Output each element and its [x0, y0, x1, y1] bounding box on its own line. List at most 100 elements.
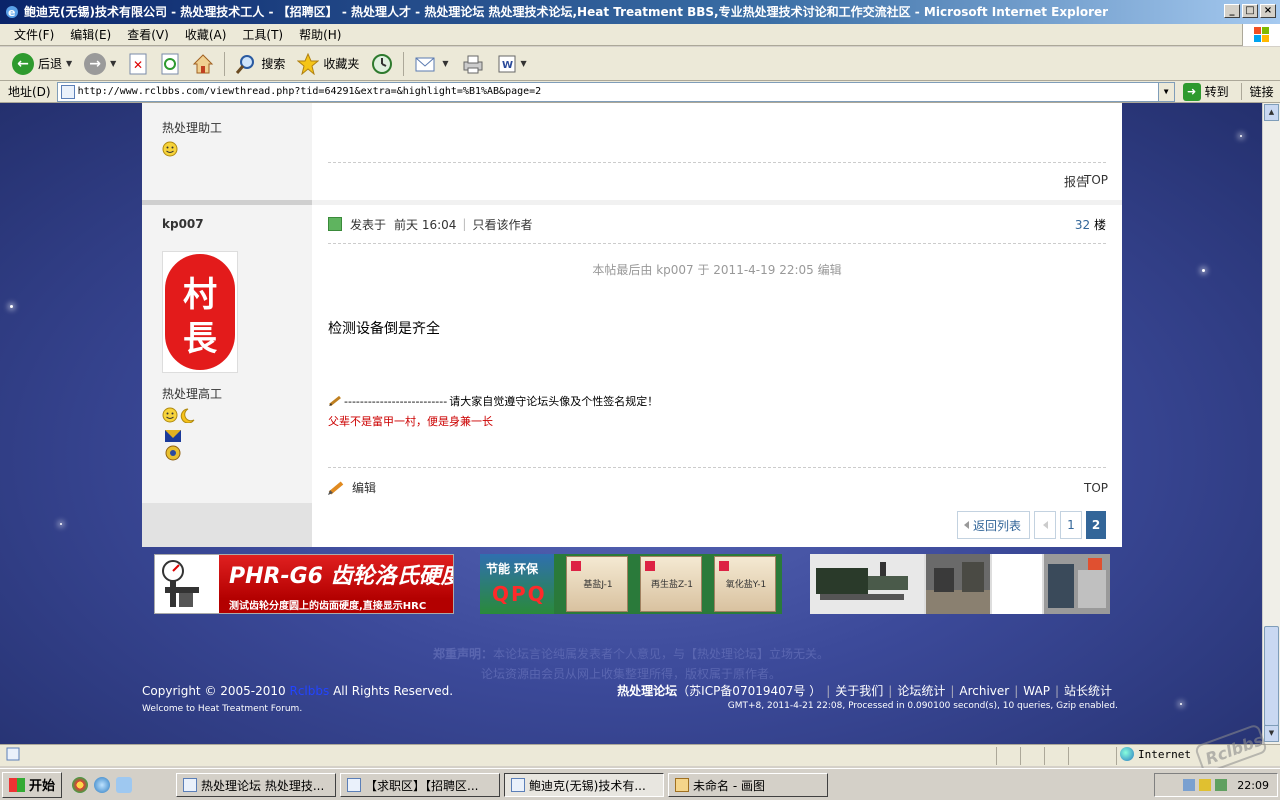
quick-launch	[72, 776, 133, 793]
hardness-gauge-icon	[162, 560, 199, 607]
ie-page-icon	[183, 778, 197, 792]
title-bar: e 鲍迪克(无锡)技术有限公司 - 热处理技术工人 - 【招聘区】 - 热处理人…	[0, 0, 1280, 24]
signature: -------------------------- 请大家自觉遵守论坛头像及个性…	[328, 393, 658, 429]
taskbar: 开始 热处理论坛 热处理技... 【求职区】【招聘区... 鲍迪克(无锡)技术有…	[0, 768, 1280, 800]
page-done-icon	[6, 747, 20, 764]
status-cell	[996, 747, 997, 765]
search-button[interactable]: 搜索	[229, 49, 291, 79]
links-button[interactable]: 链接	[1240, 83, 1274, 100]
favorites-button[interactable]: 收藏夹	[291, 49, 365, 79]
start-button[interactable]: 开始	[2, 771, 63, 798]
refresh-button[interactable]	[154, 49, 186, 79]
edit-page-button[interactable]: W ▼	[491, 49, 533, 79]
go-label: 转到	[1204, 85, 1229, 99]
menu-tools[interactable]: 工具(T)	[234, 26, 291, 43]
vertical-scrollbar[interactable]: ▲ ▼	[1262, 103, 1280, 744]
task-jobs-window[interactable]: 【求职区】【招聘区...	[340, 773, 500, 797]
ad-subtitle: 测试齿轮分度圆上的齿面硬度,直接显示HRC	[219, 599, 453, 613]
machine-photo	[810, 554, 924, 614]
warning-icon[interactable]	[1199, 779, 1212, 791]
post-sidebar: 热处理助工	[142, 103, 312, 201]
task-forum-window[interactable]: 热处理论坛 热处理技...	[176, 773, 336, 797]
history-button[interactable]	[365, 49, 399, 79]
task-paint-window[interactable]: 未命名 - 画图	[668, 773, 828, 797]
ad-qpq-salts[interactable]: 节能 环保 QPQ 基盐J-1 再生盐Z-1 氧化盐Y-1	[480, 554, 782, 614]
menu-help[interactable]: 帮助(H)	[291, 26, 349, 43]
site-name-link[interactable]: 热处理论坛	[617, 682, 677, 699]
scroll-thumb[interactable]	[1264, 626, 1279, 726]
ad-title: PHR-G6 齿轮洛氏硬度计	[219, 555, 453, 599]
print-button[interactable]	[455, 49, 491, 79]
mail-icon	[415, 57, 435, 71]
forward-arrow-icon: →	[84, 52, 107, 75]
icp-link[interactable]: （苏ICP备07019407号 ）	[677, 682, 821, 699]
address-bar: 地址(D) http://www.rclbbs.com/viewthread.p…	[0, 81, 1280, 103]
level-icons	[162, 407, 196, 426]
show-desktop-icon[interactable]	[116, 776, 133, 793]
toolbar-separator	[403, 51, 405, 76]
minimize-button[interactable]: _	[1224, 4, 1240, 18]
only-author-link[interactable]: 只看该作者	[472, 216, 532, 233]
pencil-icon	[328, 480, 344, 495]
footer-link-webmaster-stats[interactable]: 站长统计	[1064, 682, 1112, 699]
clock[interactable]: 22:09	[1237, 779, 1269, 792]
avatar-char-1: 村	[183, 275, 217, 315]
menu-edit[interactable]: 编辑(E)	[62, 26, 119, 43]
ie-quicklaunch-icon[interactable]	[94, 776, 111, 793]
top-link[interactable]: TOP	[1084, 481, 1108, 495]
forward-button[interactable]: → ▼	[78, 49, 122, 79]
copyright-brand-link[interactable]: Rclbbs	[290, 684, 330, 698]
task-current-window[interactable]: 鲍迪克(无锡)技术有...	[504, 773, 664, 797]
dropdown-arrow-icon: ▼	[66, 59, 73, 68]
home-icon	[193, 53, 214, 73]
footer-link-archiver[interactable]: Archiver	[959, 684, 1009, 698]
ad-hardness-tester[interactable]: PHR-G6 齿轮洛氏硬度计 测试齿轮分度圆上的齿面硬度,直接显示HRC	[154, 554, 454, 614]
post-body: 发表于 前天 16:04 | 只看该作者 32 楼 本帖最后由 kp007 于 …	[312, 205, 1122, 503]
security-zone: Internet	[1120, 747, 1191, 761]
menu-file[interactable]: 文件(F)	[6, 26, 62, 43]
footer-link-wap[interactable]: WAP	[1023, 684, 1050, 698]
ad-furnace-equipment[interactable]	[810, 554, 1110, 614]
mail-button[interactable]: ▼	[408, 49, 454, 79]
blank-photo	[992, 554, 1042, 614]
signature-text: 父辈不是富甲一村，便是身兼一长	[328, 415, 493, 428]
avatar[interactable]: 村 長	[162, 251, 238, 373]
page-1-button[interactable]: 1	[1060, 511, 1082, 539]
back-button[interactable]: ← 后退 ▼	[6, 49, 78, 79]
back-to-list-button[interactable]: 返回列表	[956, 511, 1030, 539]
task-label: 热处理论坛 热处理技...	[201, 778, 325, 793]
edit-button[interactable]: 编辑	[328, 479, 376, 496]
copyright: Copyright © 2005-2010 Rclbbs All Rights …	[142, 684, 453, 698]
globe-icon	[1120, 747, 1134, 761]
menu-favorites[interactable]: 收藏(A)	[177, 26, 235, 43]
network-icon[interactable]	[1183, 779, 1196, 791]
svg-text:W: W	[502, 60, 513, 71]
start-label: 开始	[29, 779, 56, 794]
top-link[interactable]: TOP	[1084, 173, 1108, 187]
footer-link-about[interactable]: 关于我们	[835, 682, 883, 699]
posted-time: 前天 16:04	[394, 217, 457, 232]
scroll-down-button[interactable]: ▼	[1264, 725, 1279, 742]
address-input[interactable]: http://www.rclbbs.com/viewthread.php?tid…	[56, 81, 1175, 102]
ad-qpq-panel: 节能 环保 QPQ	[480, 554, 554, 614]
footer-link-stats[interactable]: 论坛统计	[897, 682, 945, 699]
posted-label: 发表于	[350, 217, 387, 232]
home-button[interactable]	[186, 49, 220, 79]
author-name[interactable]: kp007	[162, 217, 204, 231]
post-32: kp007 村 長 热处理高工 发表于 前天 16:04 | 只看该作者 32 …	[142, 205, 1122, 547]
task-label: 未命名 - 画图	[693, 778, 765, 793]
volume-icon[interactable]	[1215, 779, 1228, 791]
chrome-icon[interactable]	[72, 776, 89, 793]
stop-button[interactable]: ✕	[122, 49, 154, 79]
prev-page-button[interactable]	[1034, 511, 1056, 539]
favorites-label: 收藏夹	[323, 57, 360, 71]
maximize-button[interactable]: □	[1242, 4, 1258, 18]
page-2-current: 2	[1086, 511, 1106, 539]
status-cell	[1020, 747, 1021, 765]
scroll-up-button[interactable]: ▲	[1264, 104, 1279, 121]
address-dropdown-button[interactable]: ▼	[1157, 82, 1174, 101]
floor-number[interactable]: 32 楼	[1075, 216, 1106, 233]
go-button[interactable]: ➜ 转到	[1182, 82, 1229, 101]
menu-view[interactable]: 查看(V)	[119, 26, 177, 43]
close-button[interactable]: ×	[1260, 4, 1276, 18]
